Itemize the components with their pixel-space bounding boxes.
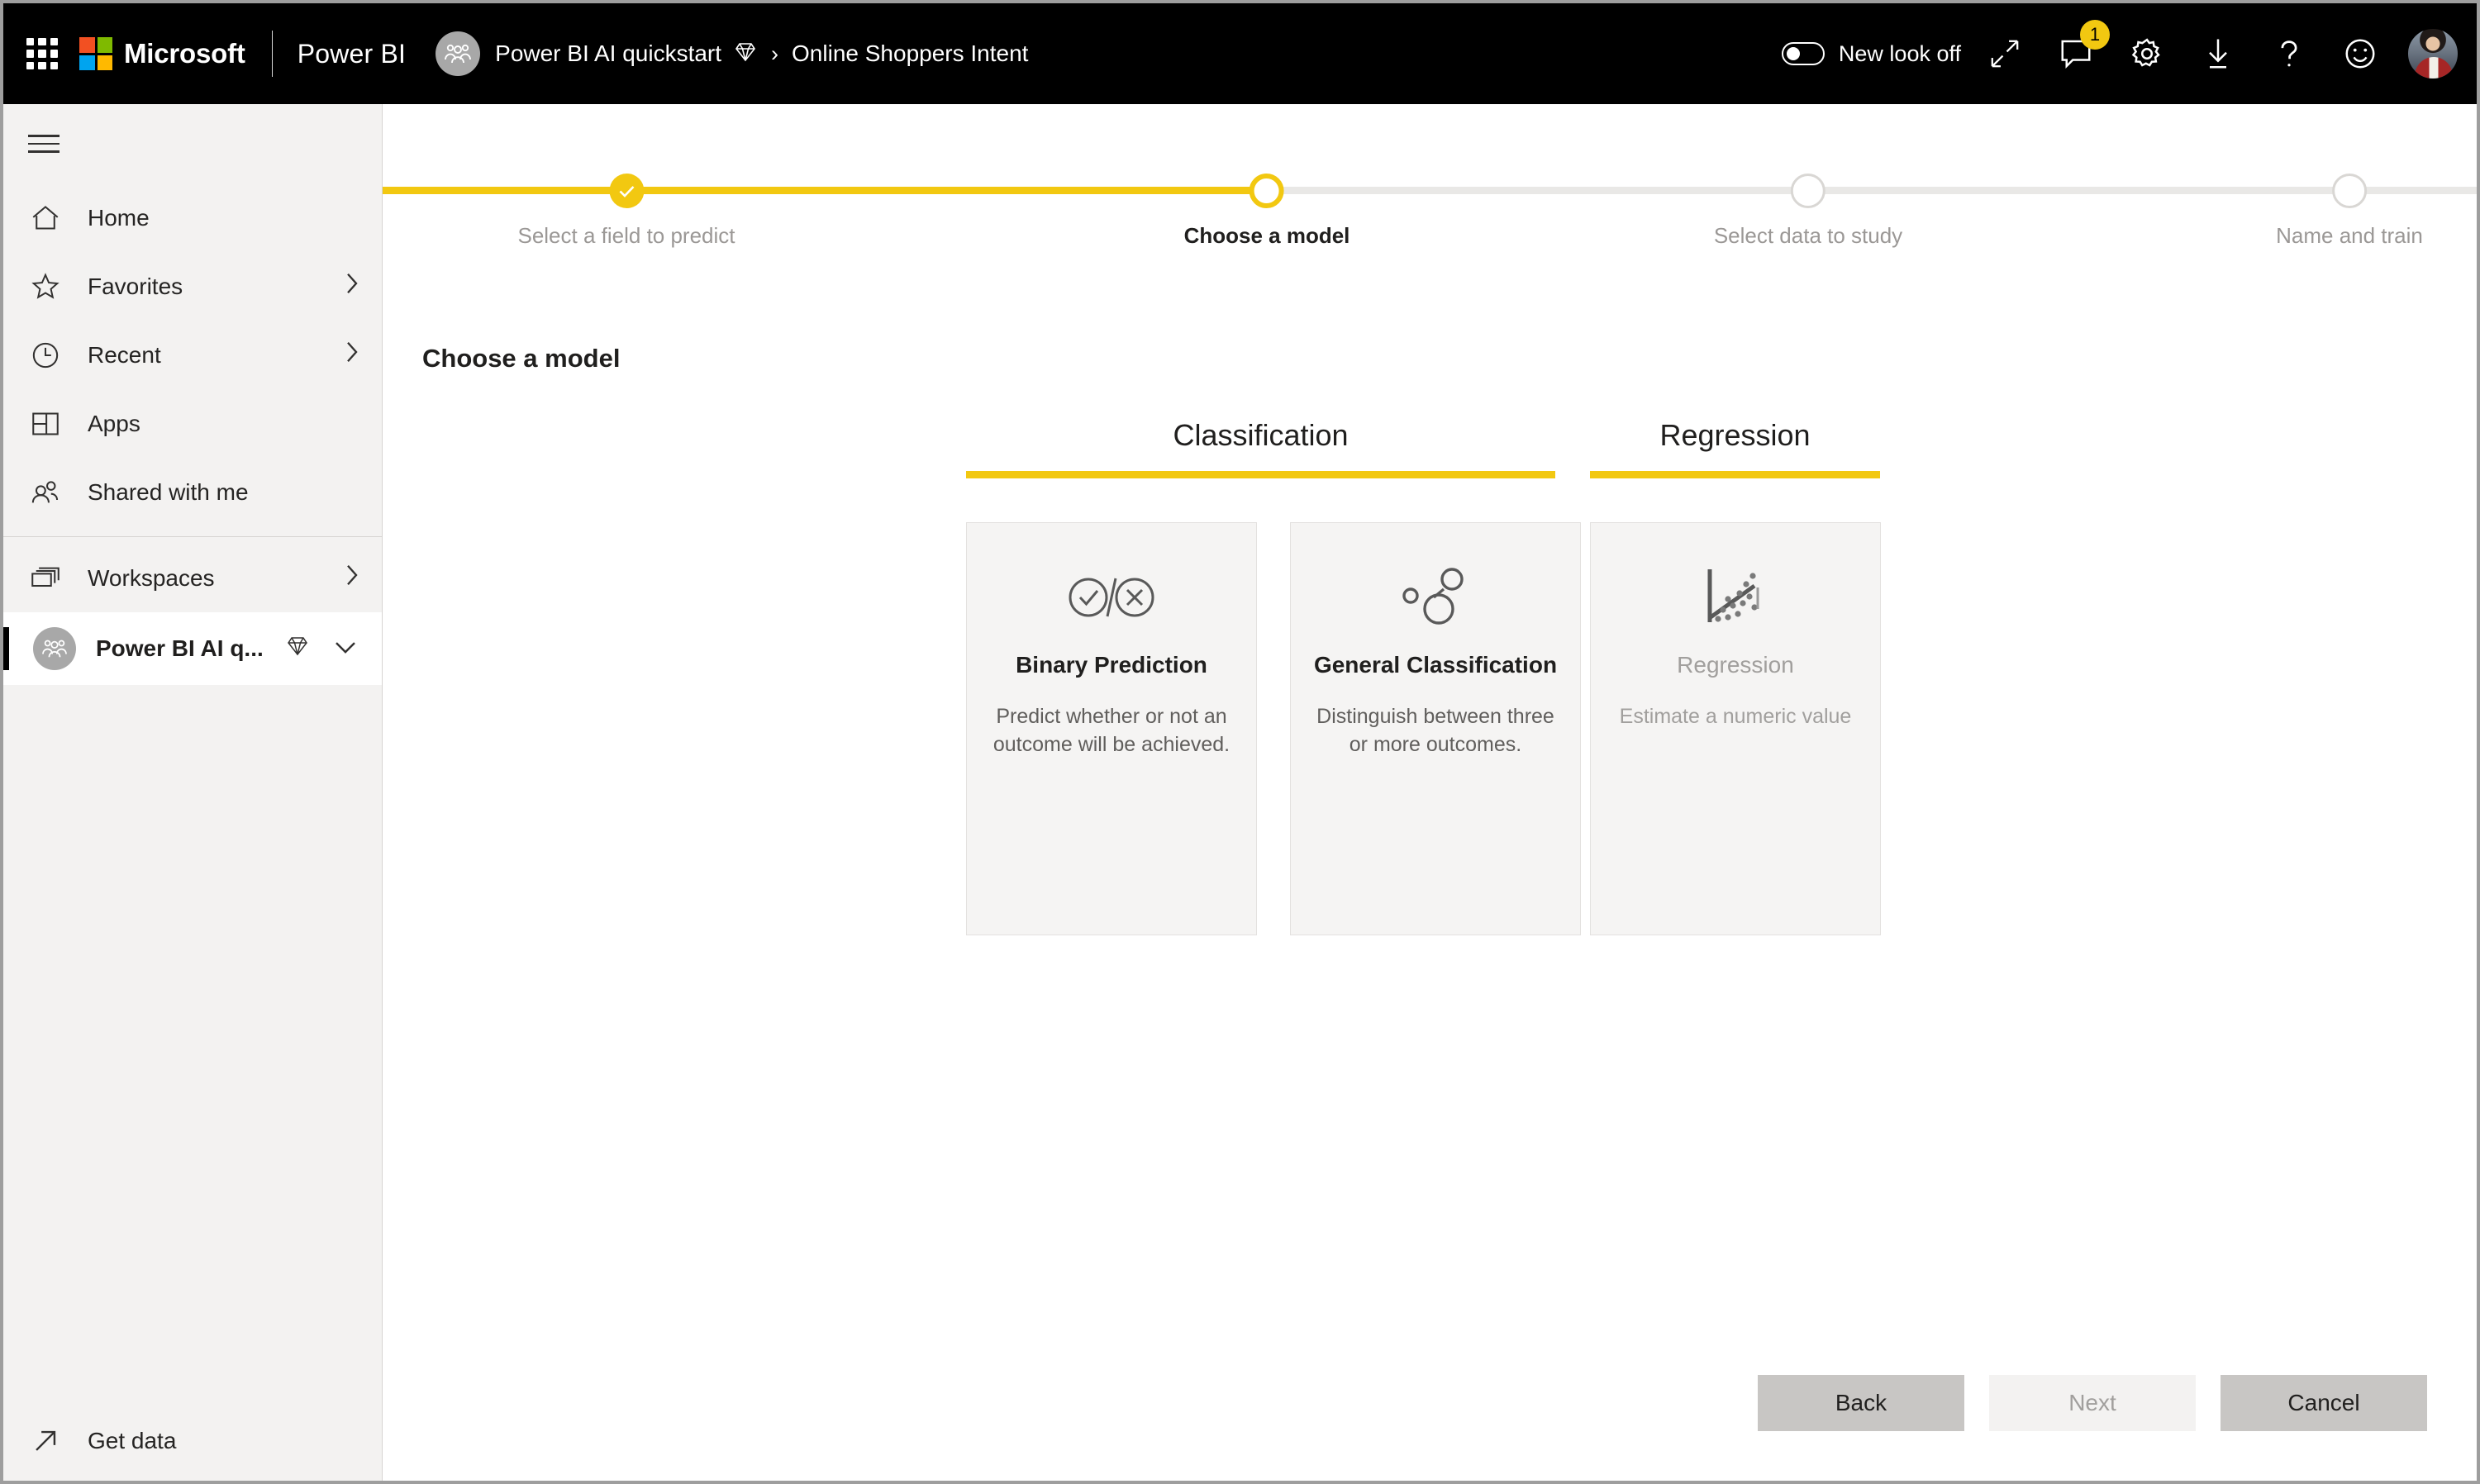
cluster-bubbles-icon	[1401, 566, 1470, 629]
power-bi-app-window: Microsoft Power BI Power BI AI quickstar…	[0, 0, 2480, 1484]
workspace-group-icon	[436, 31, 481, 76]
stepper-step-4[interactable]: Name and train	[2276, 155, 2423, 249]
hamburger-icon	[28, 129, 60, 159]
chevron-down-icon[interactable]	[333, 635, 358, 662]
model-card-regression[interactable]: Regression Estimate a numeric value	[1590, 522, 1881, 935]
category-underline	[966, 471, 1555, 478]
main-content-area: Select a field to predict Choose a model…	[383, 104, 2477, 1481]
new-look-toggle-label: New look off	[1838, 40, 1961, 66]
star-icon	[28, 273, 63, 300]
notification-badge: 1	[2080, 20, 2110, 50]
stepper-progress-fill	[383, 187, 1267, 194]
sidebar-item-label: Home	[88, 204, 150, 231]
chevron-right-icon	[342, 340, 362, 370]
model-card-title: General Classification	[1313, 652, 1558, 678]
model-card-general-classification[interactable]: General Classification Distinguish betwe…	[1290, 522, 1581, 935]
breadcrumb: Power BI AI quickstart › Online Shoppers…	[436, 31, 1028, 76]
selection-indicator	[3, 627, 9, 670]
scatter-trendline-icon	[1703, 566, 1768, 629]
step-complete-check-icon	[608, 174, 644, 208]
category-title: Classification	[1173, 418, 1349, 452]
step-pending-dot	[1791, 174, 1825, 208]
sidebar-item-label: Workspaces	[88, 564, 215, 591]
navigation-menu-button[interactable]	[3, 104, 382, 183]
people-icon	[28, 479, 63, 506]
workspace-group-icon	[33, 627, 76, 670]
model-card-binary-prediction[interactable]: Binary Prediction Predict whether or not…	[966, 522, 1257, 935]
home-icon	[28, 205, 63, 231]
sidebar-item-selected-workspace[interactable]: Power BI AI q...	[3, 612, 382, 685]
feedback-smiley-icon[interactable]	[2325, 3, 2396, 104]
sidebar-item-favorites[interactable]: Favorites	[3, 252, 382, 321]
apps-grid-icon	[28, 411, 63, 437]
cancel-button[interactable]: Cancel	[2221, 1375, 2427, 1431]
premium-diamond-icon	[733, 40, 758, 68]
step-active-dot	[1249, 174, 1284, 208]
get-data-arrow-icon	[28, 1427, 63, 1455]
model-card-title: Binary Prediction	[1016, 652, 1207, 678]
page-title: Choose a model	[422, 344, 621, 373]
settings-gear-icon[interactable]	[2111, 3, 2182, 104]
microsoft-logo[interactable]: Microsoft	[79, 37, 245, 70]
breadcrumb-current-item: Online Shoppers Intent	[792, 40, 1029, 66]
model-card-description: Predict whether or not an outcome will b…	[992, 705, 1230, 756]
sidebar-item-home[interactable]: Home	[3, 183, 382, 252]
sidebar-item-label: Favorites	[88, 273, 183, 299]
breadcrumb-workspace[interactable]: Power BI AI quickstart	[495, 40, 721, 67]
model-card-description: Estimate a numeric value	[1619, 705, 1852, 728]
header-divider	[271, 31, 273, 77]
comments-icon[interactable]: 1	[2040, 3, 2111, 104]
left-navigation-sidebar: Home Favorites Recent Apps Shared with m…	[3, 104, 383, 1481]
top-bar-actions: New look off 1	[1781, 3, 2477, 104]
new-look-toggle-group[interactable]: New look off	[1781, 40, 1961, 67]
model-card-description: Distinguish between three or more outcom…	[1316, 705, 1554, 756]
top-navigation-bar: Microsoft Power BI Power BI AI quickstar…	[3, 3, 2477, 104]
selected-workspace-label: Power BI AI q...	[96, 635, 264, 661]
category-regression: Regression	[1590, 418, 1880, 478]
sidebar-item-workspaces[interactable]: Workspaces	[3, 544, 382, 612]
power-bi-product-name[interactable]: Power BI	[298, 39, 406, 69]
clock-icon	[28, 341, 63, 369]
step-label: Choose a model	[1183, 223, 1350, 248]
binary-check-cross-icon	[1068, 566, 1155, 629]
sidebar-item-label: Shared with me	[88, 478, 249, 505]
toggle-knob	[1786, 46, 1800, 60]
avatar[interactable]	[2407, 28, 2459, 79]
step-label: Select a field to predict	[517, 223, 735, 248]
breadcrumb-separator: ›	[771, 40, 779, 66]
chevron-right-icon	[342, 271, 362, 302]
next-button[interactable]: Next	[1989, 1375, 2196, 1431]
get-data-label: Get data	[88, 1428, 177, 1453]
expand-icon[interactable]	[1969, 3, 2040, 104]
sidebar-item-recent[interactable]: Recent	[3, 321, 382, 389]
download-icon[interactable]	[2182, 3, 2254, 104]
premium-diamond-icon	[285, 635, 310, 664]
wizard-stepper: Select a field to predict Choose a model…	[383, 155, 2477, 249]
stepper-step-1[interactable]: Select a field to predict	[517, 155, 735, 249]
sidebar-item-label: Recent	[88, 341, 161, 368]
app-launcher-icon[interactable]	[23, 35, 61, 73]
sidebar-item-shared-with-me[interactable]: Shared with me	[3, 458, 382, 526]
category-title: Regression	[1659, 418, 1811, 452]
get-data-button[interactable]: Get data	[3, 1401, 382, 1481]
category-underline	[1590, 471, 1880, 478]
chevron-right-icon	[342, 563, 362, 593]
sidebar-item-apps[interactable]: Apps	[3, 389, 382, 458]
stepper-step-2[interactable]: Choose a model	[1183, 155, 1350, 249]
microsoft-wordmark: Microsoft	[124, 38, 245, 69]
stepper-step-3[interactable]: Select data to study	[1714, 155, 1902, 249]
back-button[interactable]: Back	[1758, 1375, 1964, 1431]
help-icon[interactable]	[2254, 3, 2325, 104]
category-classification: Classification	[966, 418, 1555, 478]
step-label: Name and train	[2276, 223, 2423, 248]
step-pending-dot	[2331, 174, 2367, 208]
workspaces-icon	[28, 566, 63, 591]
step-label: Select data to study	[1713, 223, 1903, 248]
new-look-toggle-switch[interactable]	[1781, 42, 1825, 65]
wizard-footer-actions: Back Next Cancel	[1758, 1375, 2427, 1431]
microsoft-squares-icon	[79, 37, 112, 70]
sidebar-divider	[3, 536, 382, 537]
sidebar-item-label: Apps	[88, 410, 140, 436]
model-card-title: Regression	[1677, 652, 1794, 678]
